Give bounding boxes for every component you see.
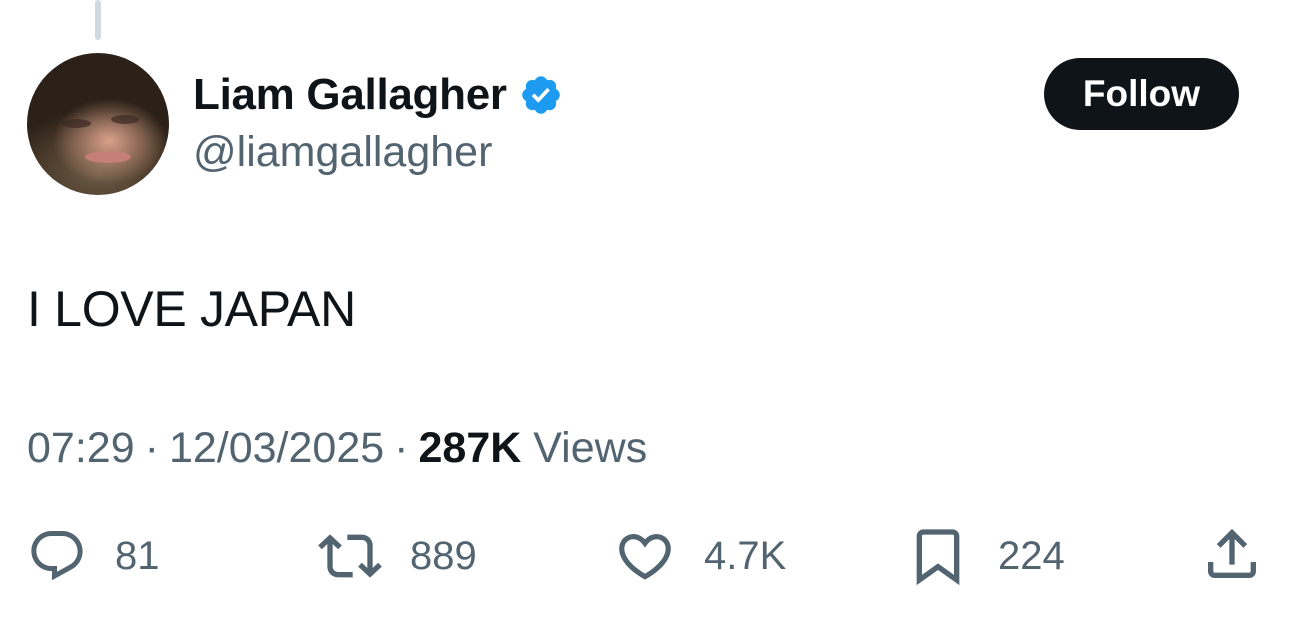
author-name-row: Liam Gallagher [193, 68, 563, 122]
bookmark-button[interactable]: 224 [906, 524, 1065, 588]
avatar[interactable] [27, 53, 169, 195]
like-count: 4.7K [704, 533, 787, 578]
bookmark-icon [916, 529, 960, 586]
views-label: Views [533, 424, 648, 472]
reply-count: 81 [115, 533, 160, 578]
tweet-meta: 07:29 · 12/03/2025 · 287K Views [27, 424, 647, 473]
avatar-eye-right [111, 115, 139, 124]
tweet-text: I LOVE JAPAN [27, 281, 356, 337]
heart-icon [619, 534, 671, 580]
thread-connector-line [95, 0, 101, 40]
avatar-mouth [85, 151, 131, 163]
author-handle[interactable]: @liamgallagher [193, 128, 492, 177]
repost-count: 889 [410, 533, 477, 578]
bookmark-count: 224 [998, 533, 1065, 578]
reply-icon [31, 531, 83, 581]
avatar-eye-left [61, 119, 91, 128]
repost-icon [318, 534, 382, 578]
tweet-time[interactable]: 07:29 [27, 424, 135, 473]
meta-separator: · [144, 424, 159, 472]
tweet-date[interactable]: 12/03/2025 [169, 424, 384, 473]
share-icon [1208, 528, 1256, 578]
share-button[interactable] [1200, 522, 1264, 586]
like-button[interactable]: 4.7K [614, 524, 786, 588]
verified-badge-icon [521, 76, 560, 114]
author-display-name[interactable]: Liam Gallagher [193, 70, 507, 120]
views-count: 287K [418, 424, 522, 472]
follow-button[interactable]: Follow [1044, 58, 1239, 130]
repost-button[interactable]: 889 [318, 524, 477, 588]
reply-button[interactable]: 81 [27, 524, 160, 588]
meta-separator: · [394, 424, 409, 472]
